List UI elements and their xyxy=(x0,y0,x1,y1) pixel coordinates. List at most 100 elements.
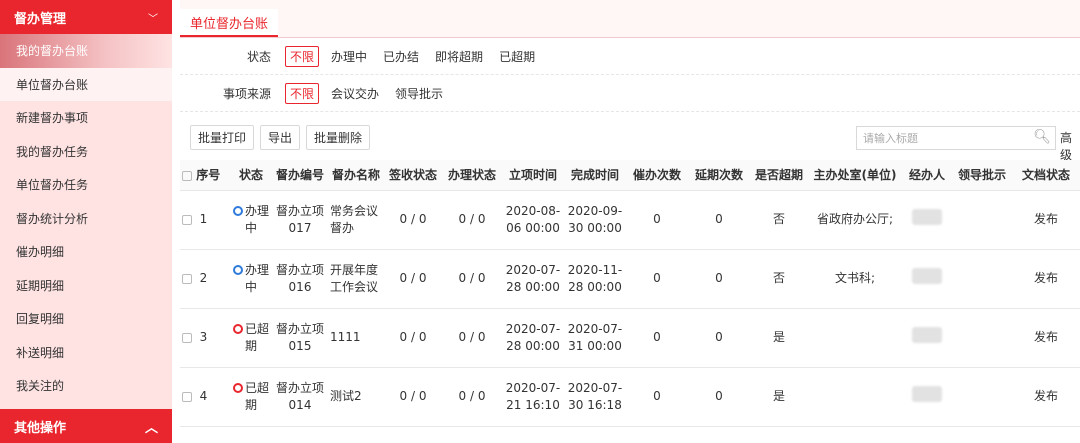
select-all-checkbox[interactable] xyxy=(182,170,192,181)
row-code[interactable]: 督办立项017 xyxy=(272,190,328,250)
tab-bar: 单位督办台账 xyxy=(180,0,1080,38)
chevron-down-icon: ﹀ xyxy=(148,13,158,25)
main-content: 单位督办台账 状态 不限 办理中 已办结 即将超期 已超期 事项来源 不限 会议… xyxy=(180,0,1080,443)
row-handle: 0 / 0 xyxy=(442,190,502,250)
row-urge: 0 xyxy=(626,367,688,427)
row-code[interactable]: 督办立项015 xyxy=(272,308,328,368)
sidebar-item-statistics[interactable]: 督办统计分析 xyxy=(0,202,172,236)
sidebar-item-unit-ledger[interactable]: 单位督办台账 xyxy=(0,67,172,101)
sidebar-item-my-ledger[interactable]: 我的督办台账 xyxy=(0,34,172,68)
sidebar: 督办管理 ﹀ 我的督办台账 单位督办台账 新建督办事项 我的督办任务 单位督办任… xyxy=(0,0,172,443)
row-sign: 0 / 0 xyxy=(384,367,442,427)
status-option-near-overdue[interactable]: 即将超期 xyxy=(435,48,483,65)
row-code[interactable]: 督办立项014 xyxy=(272,367,328,427)
status-option-completed[interactable]: 已办结 xyxy=(383,48,419,65)
row-start: 2020-07-21 16:10 xyxy=(502,367,564,427)
row-delay: 0 xyxy=(688,367,750,427)
col-leader: 领导批示 xyxy=(952,160,1012,191)
search-placeholder: 请输入标题 xyxy=(863,132,918,145)
sidebar-item-my-tasks[interactable]: 我的督办任务 xyxy=(0,135,172,169)
sidebar-item-followed[interactable]: 我关注的 xyxy=(0,369,172,403)
status-dot-icon xyxy=(232,265,243,275)
row-delay: 0 xyxy=(688,190,750,250)
sidebar-item-unit-tasks[interactable]: 单位督办任务 xyxy=(0,168,172,202)
row-end: 2020-09-30 00:00 xyxy=(564,190,626,250)
redacted-handler xyxy=(912,327,942,343)
row-checkbox[interactable] xyxy=(182,391,192,402)
export-button[interactable]: 导出 xyxy=(260,124,301,150)
status-option-any[interactable]: 不限 xyxy=(285,45,320,67)
row-name[interactable]: 常务会议督办 xyxy=(328,190,384,250)
row-leader xyxy=(952,249,1012,309)
search-icon[interactable]: 🔍︎ xyxy=(1033,129,1051,145)
row-index-cell: 4 xyxy=(180,367,230,427)
status-option-in-progress[interactable]: 办理中 xyxy=(331,48,367,65)
batch-delete-button[interactable]: 批量删除 xyxy=(306,124,371,150)
row-checkbox[interactable] xyxy=(182,214,192,225)
col-doc: 文档状态 xyxy=(1012,160,1080,191)
status-filter-row: 状态 不限 办理中 已办结 即将超期 已超期 xyxy=(180,38,1080,75)
col-index: 序号 xyxy=(180,160,230,191)
row-handler xyxy=(902,367,952,427)
sidebar-header-label: 督办管理 xyxy=(14,11,67,27)
row-end: 2020-07-30 16:18 xyxy=(564,367,626,427)
advanced-search-link[interactable]: 高级 xyxy=(1060,129,1080,163)
row-status-cell: 已超期 xyxy=(230,367,272,427)
sidebar-footer-label: 其他操作 xyxy=(14,420,67,436)
sidebar-item-supplement-details[interactable]: 补送明细 xyxy=(0,336,172,370)
row-dept xyxy=(808,367,902,427)
col-name: 督办名称 xyxy=(328,160,384,191)
sidebar-footer[interactable]: 其他操作 ︿ xyxy=(0,409,172,443)
row-start: 2020-07-28 00:00 xyxy=(502,249,564,309)
row-handle: 0 / 0 xyxy=(442,249,502,309)
row-name[interactable]: 1111 xyxy=(328,308,384,368)
row-delay: 0 xyxy=(688,249,750,309)
row-end: 2020-07-31 00:00 xyxy=(564,308,626,368)
sidebar-item-delay-details[interactable]: 延期明细 xyxy=(0,269,172,303)
table-row[interactable]: 3 已超期 督办立项015 1111 0 / 00 / 0 2020-07-28 00:0… xyxy=(180,308,1080,368)
row-checkbox[interactable] xyxy=(182,273,192,284)
row-dept xyxy=(808,308,902,368)
sidebar-item-new-task[interactable]: 新建督办事项 xyxy=(0,101,172,135)
row-sign: 0 / 0 xyxy=(384,308,442,368)
toolbar: 批量打印 导出 批量删除 请输入标题 🔍︎ 高级 xyxy=(180,112,1080,162)
source-filter-label: 事项来源 xyxy=(222,86,271,101)
table-row[interactable]: 4 已超期 督办立项014 测试2 0 / 00 / 0 2020-07-21 16:10… xyxy=(180,367,1080,427)
row-urge: 0 xyxy=(626,190,688,250)
col-sign: 签收状态 xyxy=(384,160,442,191)
row-name[interactable]: 测试2 xyxy=(328,367,384,427)
row-delay: 0 xyxy=(688,308,750,368)
source-option-meeting[interactable]: 会议交办 xyxy=(331,85,379,102)
tab-unit-ledger[interactable]: 单位督办台账 xyxy=(180,9,279,37)
chevron-up-icon: ︿ xyxy=(144,420,158,436)
row-name[interactable]: 开展年度工作会议 xyxy=(328,249,384,309)
status-dot-icon xyxy=(232,383,243,393)
sidebar-item-urge-details[interactable]: 催办明细 xyxy=(0,235,172,269)
source-option-any[interactable]: 不限 xyxy=(285,82,320,104)
redacted-handler xyxy=(912,209,942,225)
search-input[interactable]: 请输入标题 🔍︎ xyxy=(856,126,1056,150)
row-handle: 0 / 0 xyxy=(442,308,502,368)
row-doc: 发布 xyxy=(1012,308,1080,368)
col-handle: 办理状态 xyxy=(442,160,502,191)
source-option-leader[interactable]: 领导批示 xyxy=(395,85,443,102)
row-leader xyxy=(952,190,1012,250)
redacted-handler xyxy=(912,268,942,284)
row-leader xyxy=(952,308,1012,368)
table-header-row: 序号 状态 督办编号 督办名称 签收状态 办理状态 立项时间 完成时间 催办次数… xyxy=(180,160,1080,191)
row-dept: 省政府办公厅; xyxy=(808,190,902,250)
row-handler xyxy=(902,249,952,309)
row-overdue: 是 xyxy=(750,367,808,427)
row-doc: 发布 xyxy=(1012,190,1080,250)
row-handler xyxy=(902,190,952,250)
table-row[interactable]: 1 办理中 督办立项017 常务会议督办 0 / 00 / 0 2020-08-06 00… xyxy=(180,190,1080,250)
row-checkbox[interactable] xyxy=(182,332,192,343)
col-handler: 经办人 xyxy=(902,160,952,191)
row-code[interactable]: 督办立项016 xyxy=(272,249,328,309)
sidebar-item-reply-details[interactable]: 回复明细 xyxy=(0,302,172,336)
status-option-overdue[interactable]: 已超期 xyxy=(499,48,535,65)
sidebar-header[interactable]: 督办管理 ﹀ xyxy=(0,0,172,34)
table-row[interactable]: 2 办理中 督办立项016 开展年度工作会议 0 / 00 / 0 2020-07-28 … xyxy=(180,249,1080,309)
row-start: 2020-08-06 00:00 xyxy=(502,190,564,250)
batch-print-button[interactable]: 批量打印 xyxy=(190,124,255,150)
